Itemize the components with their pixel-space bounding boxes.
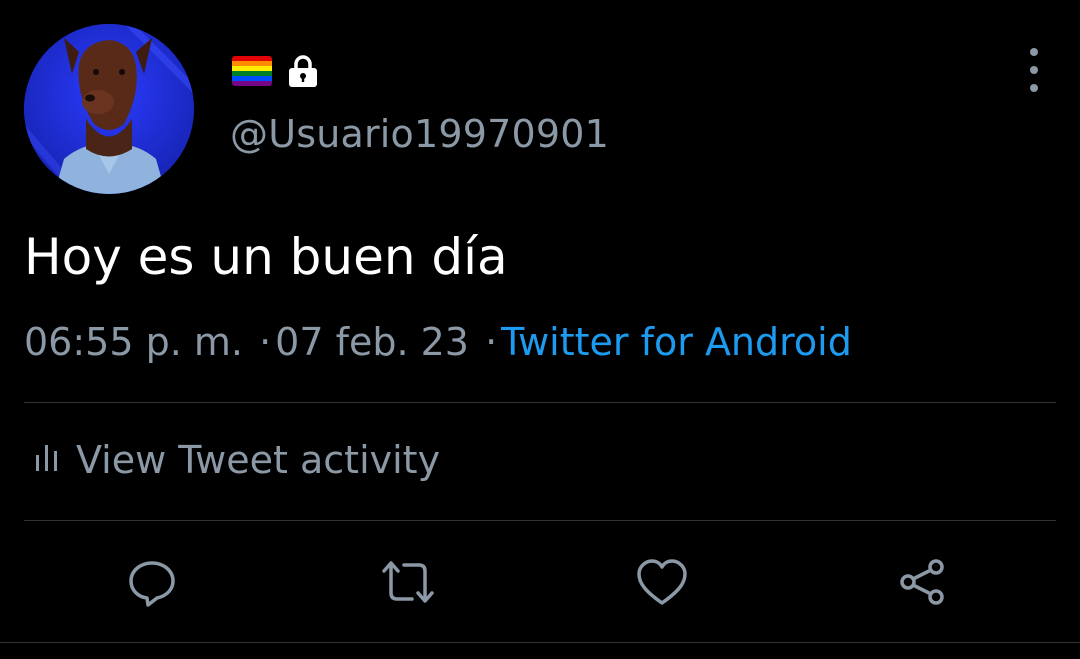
tweet-source-link[interactable]: Twitter for Android xyxy=(501,320,852,364)
view-tweet-activity-label: View Tweet activity xyxy=(76,438,441,482)
view-tweet-activity-button[interactable]: View Tweet activity xyxy=(34,438,440,482)
tweet-meta: 06:55 p. m. · 07 feb. 23 · Twitter for And… xyxy=(24,320,852,364)
name-badges xyxy=(232,54,320,88)
meta-separator: · xyxy=(485,320,498,364)
profile-avatar[interactable] xyxy=(24,24,194,194)
rainbow-flag-icon xyxy=(232,56,272,86)
retweet-icon[interactable] xyxy=(378,552,438,612)
more-vertical-icon[interactable] xyxy=(1018,48,1050,92)
analytics-icon xyxy=(34,438,60,482)
user-handle[interactable]: @Usuario19970901 xyxy=(230,112,609,156)
tweet-text: Hoy es un buen día xyxy=(24,228,508,286)
divider xyxy=(0,642,1080,643)
tweet-date: 07 feb. 23 xyxy=(275,320,469,364)
divider xyxy=(24,402,1056,403)
tweet-actions xyxy=(0,552,1080,612)
divider xyxy=(24,520,1056,521)
reply-icon[interactable] xyxy=(122,552,182,612)
tweet-time: 06:55 p. m. xyxy=(24,320,243,364)
like-icon[interactable] xyxy=(632,552,692,612)
meta-separator: · xyxy=(259,320,272,364)
lock-icon xyxy=(286,54,320,88)
share-icon[interactable] xyxy=(892,552,952,612)
